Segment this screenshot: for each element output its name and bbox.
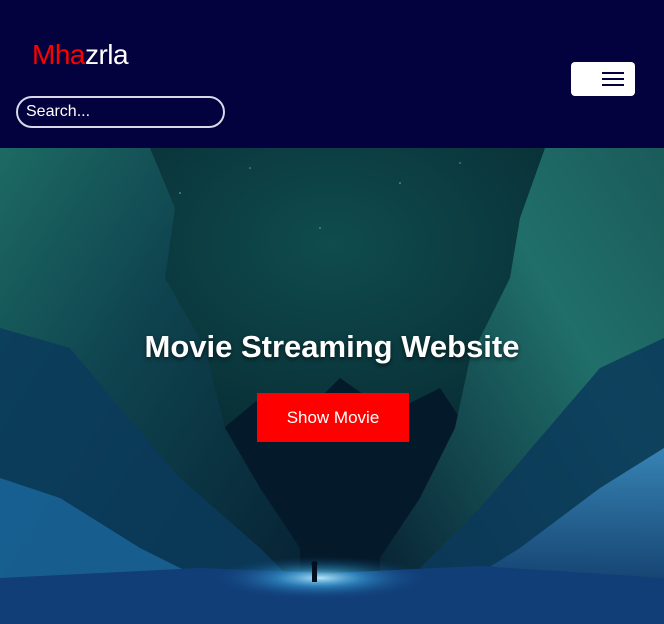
navbar: Mhazrla xyxy=(0,0,664,148)
brand-logo[interactable]: Mhazrla xyxy=(32,38,129,72)
menu-toggle-button[interactable] xyxy=(571,62,635,96)
hero-section: Movie Streaming Website Show Movie xyxy=(0,148,664,624)
hero-background-image xyxy=(0,148,664,624)
show-movie-button[interactable]: Show Movie xyxy=(257,393,409,442)
hamburger-icon xyxy=(602,72,624,86)
search-input[interactable] xyxy=(16,96,225,128)
brand-rest-text: zrla xyxy=(84,39,129,70)
hero-title: Movie Streaming Website xyxy=(144,328,520,364)
brand-accent-text: Mha xyxy=(32,39,85,70)
